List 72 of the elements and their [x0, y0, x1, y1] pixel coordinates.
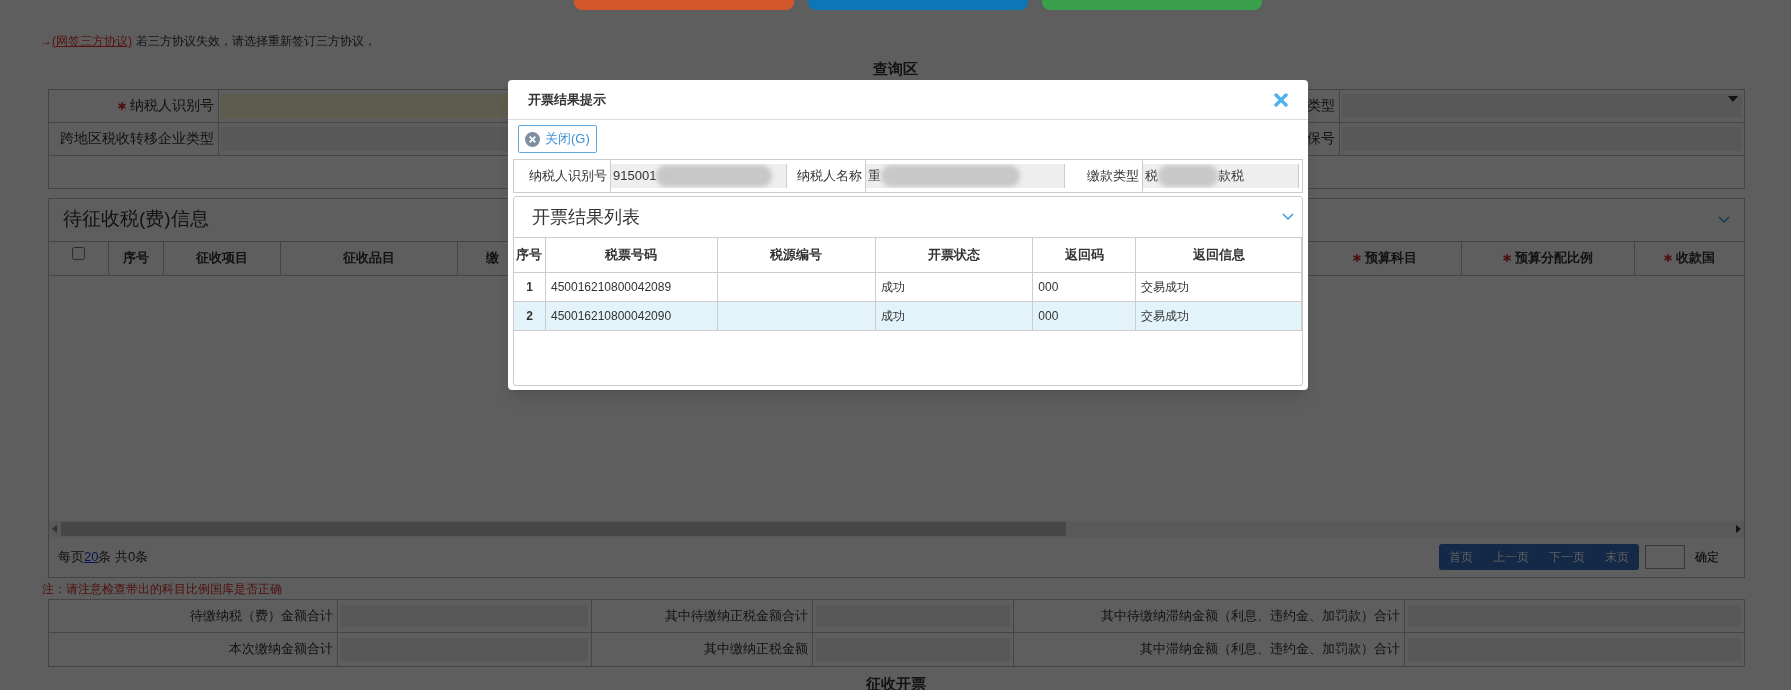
section-title: 查询区	[873, 59, 918, 79]
column-header: 税票号码	[605, 246, 658, 265]
info-value: 款税	[1218, 167, 1244, 186]
select-field[interactable]	[1342, 93, 1742, 118]
panel-title: 开票结果列表	[532, 205, 640, 229]
column-header: 收款国	[1676, 249, 1715, 268]
info-label: 纳税人名称	[797, 167, 862, 186]
result-row[interactable]: 1 450016210800042089 成功 000 交易成功	[514, 273, 1302, 302]
table-cell-text: 000	[1038, 308, 1059, 325]
field-label: 保号	[1307, 129, 1335, 148]
column-header: 序号	[516, 246, 543, 265]
table-cell-text: 交易成功	[1141, 308, 1190, 325]
table-cell-text: 成功	[880, 308, 905, 325]
summary-label: 其中缴纳正税金额	[704, 640, 809, 659]
table-cell-text: 450016210800042090	[550, 308, 672, 325]
summary-label: 其中滞纳金额（利息、违约金、加罚款）合计	[1139, 640, 1400, 659]
summary-label: 本次缴纳金额合计	[229, 640, 333, 659]
table-cell-text: 交易成功	[1141, 279, 1190, 296]
arrow-text: →	[40, 33, 52, 50]
page-size-text: 每页20条 共0条	[58, 547, 149, 566]
warning-note: 注：请注意检查带出的科目比例国库是否正确	[42, 580, 282, 598]
column-header: 缴	[486, 249, 499, 268]
table-cell-text: 2	[526, 308, 533, 325]
action-button[interactable]	[574, 0, 794, 10]
close-icon[interactable]	[1274, 92, 1288, 107]
action-button[interactable]	[808, 0, 1028, 10]
table-cell-text: 450016210800042089	[550, 279, 672, 296]
column-header: 返回信息	[1192, 246, 1245, 265]
page-size-link[interactable]: 20	[84, 548, 99, 564]
column-header: 返回码	[1064, 246, 1104, 265]
required-asterisk-icon	[1503, 254, 1511, 262]
table-cell-text: 1	[526, 279, 533, 296]
pagination-button[interactable]: 末页	[1595, 547, 1639, 566]
chevron-icon[interactable]	[1282, 213, 1294, 221]
panel-title: 待征收税(费)信息	[63, 207, 209, 232]
column-header: 预算分配比例	[1515, 249, 1593, 268]
field-label: 类型	[1307, 96, 1335, 115]
field-label: 纳税人识别号	[130, 96, 214, 115]
table-cell-text: 成功	[880, 279, 905, 296]
info-label: 纳税人识别号	[529, 167, 607, 186]
column-header: 序号	[123, 249, 149, 268]
close-circle-icon	[525, 131, 540, 147]
info-value: 税	[1145, 167, 1158, 186]
dialog-title: 开票结果提示	[528, 90, 606, 109]
info-value: 915001	[613, 167, 657, 186]
column-header: 税源编号	[770, 246, 823, 265]
select-all-checkbox[interactable]	[72, 246, 85, 260]
column-header: 征收项目	[196, 249, 248, 268]
dropdown-arrow-icon	[1728, 95, 1738, 102]
required-asterisk-icon	[1352, 254, 1361, 262]
result-row[interactable]: 2 450016210800042090 成功 000 交易成功	[514, 302, 1302, 331]
agreement-link[interactable]: (网签三方协议)	[52, 32, 132, 50]
column-header: 开票状态	[927, 246, 980, 265]
required-asterisk-icon	[118, 101, 126, 110]
summary-label: 其中待缴纳正税金额合计	[665, 606, 809, 625]
info-value: 重	[868, 167, 881, 186]
pagination-button[interactable]: 下一页	[1539, 547, 1595, 566]
column-header: 预算科目	[1364, 249, 1417, 268]
page-input[interactable]	[1645, 544, 1685, 569]
notice-text: 若三方协议失效，请选择重新签订三方协议，	[136, 33, 376, 50]
pagination-button[interactable]: 首页	[1439, 547, 1483, 566]
field-label: 跨地区税收转移企业类型	[60, 129, 214, 148]
summary-label: 其中待缴纳滞纳金额（利息、违约金、加罚款）合计	[1100, 606, 1400, 625]
action-button[interactable]	[1042, 0, 1262, 10]
summary-label: 待缴纳税（费）金额合计	[190, 606, 333, 625]
info-label: 缴款类型	[1087, 167, 1139, 186]
confirm-button[interactable]: 确定	[1691, 547, 1723, 566]
required-asterisk-icon	[1664, 254, 1672, 262]
close-button[interactable]: 关闭(G)	[518, 125, 597, 153]
chevron-icon[interactable]	[1718, 215, 1730, 224]
table-cell-text: 000	[1038, 279, 1059, 296]
column-header: 征收品目	[343, 249, 395, 268]
